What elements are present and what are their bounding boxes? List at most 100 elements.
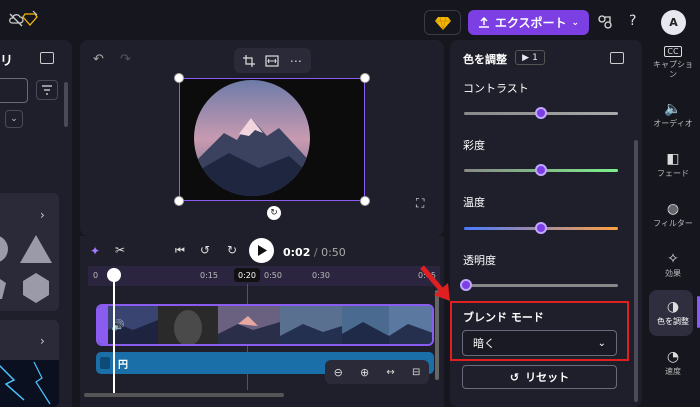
timeline-h-scrollbar[interactable] [84, 393, 284, 397]
highlight-box [450, 301, 629, 361]
skip-back-icon[interactable]: ⏮ [175, 244, 185, 258]
opacity-slider[interactable] [464, 284, 618, 287]
playhead-time-label: 0:20 [234, 268, 260, 282]
diamond-icon [434, 16, 451, 30]
fullscreen-icon[interactable]: ⛶ [416, 196, 424, 211]
side-item-captions[interactable]: CC キャプショ ン [646, 42, 700, 79]
avatar[interactable]: A [661, 10, 686, 35]
side-item-label: オーディオ [653, 119, 693, 128]
side-item-label: 色を調整 [657, 317, 689, 326]
resize-handle[interactable] [360, 73, 370, 83]
split-scissors-icon[interactable]: ✂ [115, 243, 125, 257]
slider-label-contrast: コントラスト [463, 82, 529, 95]
filter-button[interactable] [36, 80, 58, 100]
collapse-right-panel-icon[interactable] [610, 52, 624, 64]
search-input[interactable] [0, 78, 28, 103]
selection-box[interactable] [179, 78, 365, 201]
text-track-label: 円 [118, 360, 128, 371]
opacity-slider-knob[interactable] [460, 279, 472, 291]
upload-icon [478, 16, 489, 28]
reset-label: リセット [525, 371, 570, 384]
video-clip-icon: ▶ [522, 52, 530, 63]
slider-label-opacity: 透明度 [463, 254, 496, 267]
speed-icon: ◔ [666, 349, 680, 365]
fit-icon[interactable] [265, 54, 280, 67]
ruler-tick: 0:50 [264, 271, 282, 280]
side-item-audio[interactable]: 🔈 オーディオ [646, 100, 700, 129]
crop-icon[interactable] [243, 54, 256, 67]
share-icon[interactable] [597, 14, 613, 30]
red-arrow-annotation [420, 265, 450, 301]
chevron-right-icon[interactable]: › [40, 334, 45, 348]
playhead-knob[interactable] [107, 268, 121, 282]
ruler-tick: 0:30 [312, 271, 330, 280]
reset-button[interactable]: ↺ リセット [462, 365, 617, 389]
left-scrollbar[interactable] [64, 82, 68, 127]
zoom-in-icon[interactable]: ⊕ [360, 366, 369, 379]
reset-icon: ↺ [509, 370, 520, 384]
more-options-icon[interactable]: ⋯ [290, 54, 302, 68]
chevron-right-icon[interactable]: › [40, 208, 45, 222]
fit-width-icon[interactable]: ↔ [386, 367, 394, 378]
premium-gem-icon[interactable] [22, 10, 38, 26]
shapes-preview [0, 235, 52, 303]
total-time: 0:50 [321, 246, 346, 259]
premium-button[interactable] [424, 10, 461, 35]
rewind-5-icon[interactable]: ↺ [200, 243, 210, 257]
forward-5-icon[interactable]: ↻ [227, 243, 237, 257]
ruler-tick: 0:15 [200, 271, 218, 280]
side-item-fade[interactable]: ◧ フェード [646, 150, 700, 179]
current-time: 0:02 [283, 246, 311, 259]
track-trim-handle[interactable] [98, 306, 108, 344]
time-display: 0:02 / 0:50 [283, 246, 346, 259]
filter-icon: ◍ [666, 201, 680, 217]
resize-handle[interactable] [174, 73, 184, 83]
redo-icon[interactable]: ↷ [120, 52, 131, 67]
fit-timeline-icon[interactable]: ⊟ [412, 367, 420, 378]
export-button[interactable]: エクスポート ⌄ [468, 10, 589, 35]
saturation-slider-knob[interactable] [535, 164, 547, 176]
panel-title: 色を調整 [463, 53, 507, 66]
collapse-panel-icon[interactable] [40, 52, 54, 64]
magic-sparkle-icon[interactable]: ✦ [90, 244, 100, 258]
side-item-label: キャプショ ン [653, 60, 693, 79]
resize-handle[interactable] [174, 196, 184, 206]
side-item-label: 速度 [665, 367, 681, 376]
temperature-slider-knob[interactable] [535, 222, 547, 234]
track-drag-handle[interactable] [100, 357, 110, 369]
side-item-filter[interactable]: ◍ フィルター [646, 200, 700, 229]
contrast-slider-knob[interactable] [535, 107, 547, 119]
video-track[interactable]: 🔊 [96, 304, 434, 346]
color-adjust-icon: ◑ [666, 299, 680, 315]
effects-card[interactable]: › [0, 320, 59, 407]
rotate-icon[interactable]: ↻ [267, 206, 281, 220]
side-item-color-adjust[interactable]: ◑ 色を調整 [646, 298, 700, 327]
side-item-label: 効果 [665, 269, 681, 278]
slider-label-saturation: 彩度 [463, 139, 485, 152]
fade-icon: ◧ [666, 151, 680, 167]
playhead[interactable] [113, 268, 115, 393]
sort-dropdown[interactable]: ⌄ [5, 110, 23, 128]
ruler-tick: 0 [93, 271, 99, 280]
slider-label-temperature: 温度 [463, 196, 485, 209]
resize-handle[interactable] [360, 196, 370, 206]
chevron-down-icon: ⌄ [571, 17, 580, 28]
zoom-controls: ⊖ ⊕ ↔ ⊟ [325, 360, 429, 384]
timeline-scrollbar[interactable] [435, 290, 439, 380]
media-toolbar: ⋯ [234, 48, 311, 73]
right-panel-scrollbar[interactable] [634, 140, 638, 402]
export-label: エクスポート [494, 16, 567, 30]
play-button[interactable] [249, 238, 274, 263]
filter-lines-icon [42, 85, 52, 95]
time-separator: / [313, 246, 318, 259]
help-icon[interactable]: ? [629, 13, 636, 29]
top-bar [0, 0, 700, 44]
side-item-effects[interactable]: ✧ 効果 [646, 250, 700, 279]
badge-count: 1 [532, 52, 538, 63]
shapes-card[interactable]: › [0, 193, 59, 311]
side-item-speed[interactable]: ◔ 速度 [646, 348, 700, 377]
undo-icon[interactable]: ↶ [93, 52, 104, 67]
play-icon [257, 245, 267, 256]
cc-icon: CC [663, 42, 683, 60]
zoom-out-icon[interactable]: ⊖ [334, 366, 343, 379]
